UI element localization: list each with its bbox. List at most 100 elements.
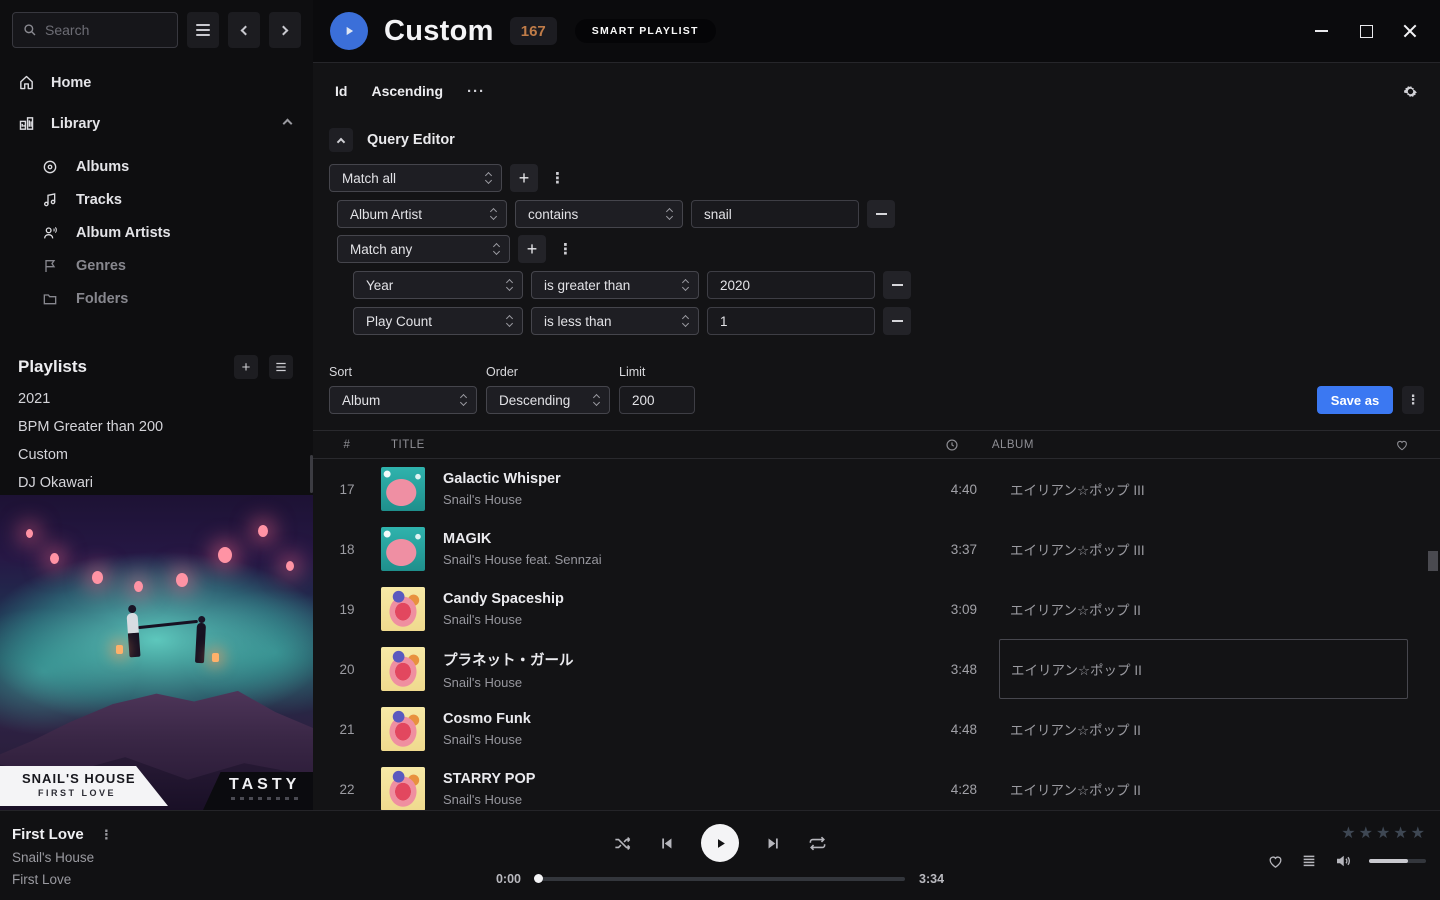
volume-button[interactable] xyxy=(1334,852,1352,870)
rule3-field-select[interactable]: Play Count xyxy=(353,307,523,335)
star-icon[interactable]: ★ xyxy=(1341,823,1356,843)
next-button[interactable] xyxy=(765,835,782,852)
track-artist[interactable]: Snail's House xyxy=(443,675,881,690)
sidebar-item-folders[interactable]: Folders xyxy=(0,282,313,315)
track-title[interactable]: プラネット・ガール xyxy=(443,649,881,670)
track-album-focused-cell[interactable]: エイリアン☆ポップ II xyxy=(999,639,1408,699)
match-select-group2[interactable]: Match any xyxy=(337,235,510,263)
star-icon[interactable]: ★ xyxy=(1393,823,1408,843)
rule1-value-input[interactable]: snail xyxy=(691,200,859,228)
track-title[interactable]: STARRY POP xyxy=(443,771,881,787)
playlist-item-2021[interactable]: 2021 xyxy=(0,385,313,413)
chevron-right-icon xyxy=(279,25,289,35)
rule2-operator-select[interactable]: is greater than xyxy=(531,271,699,299)
rule1-operator-select[interactable]: contains xyxy=(515,200,683,228)
playlist-item-custom[interactable]: Custom xyxy=(0,441,313,469)
group2-menu-button[interactable]: ⋮ xyxy=(554,240,577,258)
table-row[interactable]: 21 Cosmo Funk Snail's House 4:48 エイリアン☆ポ… xyxy=(329,699,1424,759)
shuffle-button[interactable] xyxy=(613,834,632,853)
seek-slider[interactable] xyxy=(535,877,905,881)
rule1-remove-button[interactable] xyxy=(867,200,895,228)
sort-field-button[interactable]: Id xyxy=(335,83,347,99)
sidebar-item-genres[interactable]: Genres xyxy=(0,249,313,282)
previous-button[interactable] xyxy=(658,835,675,852)
settings-gear-button[interactable] xyxy=(1402,83,1419,100)
add-rule-button-group1[interactable]: + xyxy=(510,164,538,192)
track-artist[interactable]: Snail's House feat. Sennzai xyxy=(443,552,881,567)
search-input[interactable] xyxy=(45,22,155,38)
track-album[interactable]: エイリアン☆ポップ III xyxy=(1010,479,1424,499)
star-icon[interactable]: ★ xyxy=(1376,823,1391,843)
column-number[interactable]: # xyxy=(329,439,365,451)
chevron-up-icon[interactable] xyxy=(283,119,293,129)
table-row[interactable]: 17 Galactic Whisper Snail's House 4:40 エ… xyxy=(329,459,1424,519)
track-title[interactable]: Candy Spaceship xyxy=(443,591,881,607)
now-playing-artwork[interactable]: SNAIL'S HOUSE FIRST LOVE TASTY xyxy=(0,495,313,810)
track-album[interactable]: エイリアン☆ポップ II xyxy=(1010,719,1424,739)
sidebar-item-tracks[interactable]: Tracks xyxy=(0,183,313,216)
playlist-item-bpm[interactable]: BPM Greater than 200 xyxy=(0,413,313,441)
sidebar-scrollbar[interactable] xyxy=(310,455,313,493)
sidebar-item-albums[interactable]: Albums xyxy=(0,150,313,183)
playlist-item-dj-okawari[interactable]: DJ Okawari xyxy=(0,469,313,497)
queue-button[interactable] xyxy=(1301,853,1317,869)
table-row[interactable]: 19 Candy Spaceship Snail's House 3:09 エイ… xyxy=(329,579,1424,639)
window-minimize-button[interactable] xyxy=(1315,24,1329,38)
track-artist[interactable]: Snail's House xyxy=(443,492,881,507)
rating-stars[interactable]: ★★★★★ xyxy=(1341,823,1426,843)
rule1-field-select[interactable]: Album Artist xyxy=(337,200,507,228)
track-album[interactable]: エイリアン☆ポップ III xyxy=(1010,539,1424,559)
column-title[interactable]: TITLE xyxy=(391,439,425,451)
star-icon[interactable]: ★ xyxy=(1411,823,1426,843)
track-artist[interactable]: Snail's House xyxy=(443,612,881,627)
more-options-button[interactable]: ··· xyxy=(467,83,485,100)
track-album[interactable]: エイリアン☆ポップ II xyxy=(1010,779,1424,799)
window-maximize-button[interactable] xyxy=(1359,24,1373,38)
repeat-button[interactable] xyxy=(808,834,827,853)
menu-button[interactable] xyxy=(187,12,219,48)
track-title[interactable]: Galactic Whisper xyxy=(443,471,881,487)
order-select[interactable]: Descending xyxy=(486,386,610,414)
query-editor-collapse-button[interactable] xyxy=(329,128,353,152)
window-close-button[interactable] xyxy=(1403,24,1417,38)
track-artist[interactable]: Snail's House xyxy=(443,792,881,807)
seek-handle[interactable] xyxy=(534,874,543,883)
table-row[interactable]: 20 プラネット・ガール Snail's House 3:48 エイリアン☆ポッ… xyxy=(329,639,1424,699)
playlist-list-button[interactable] xyxy=(269,355,293,379)
match-select-group1[interactable]: Match all xyxy=(329,164,502,192)
sort-direction-button[interactable]: Ascending xyxy=(371,83,443,99)
sidebar-item-album-artists[interactable]: Album Artists xyxy=(0,216,313,249)
table-scrollbar[interactable] xyxy=(1428,551,1438,571)
rule2-value-input[interactable]: 2020 xyxy=(707,271,875,299)
forward-button[interactable] xyxy=(269,12,301,48)
play-pause-button[interactable] xyxy=(701,824,739,862)
table-row[interactable]: 18 MAGIK Snail's House feat. Sennzai 3:3… xyxy=(329,519,1424,579)
rule3-value-input[interactable]: 1 xyxy=(707,307,875,335)
search-box[interactable] xyxy=(12,12,178,48)
column-duration[interactable] xyxy=(863,438,959,452)
add-playlist-button[interactable]: + xyxy=(234,355,258,379)
sort-select[interactable]: Album xyxy=(329,386,477,414)
track-title[interactable]: MAGIK xyxy=(443,531,881,547)
track-title[interactable]: Cosmo Funk xyxy=(443,711,881,727)
track-artist[interactable]: Snail's House xyxy=(443,732,881,747)
star-icon[interactable]: ★ xyxy=(1359,823,1374,843)
play-playlist-button[interactable] xyxy=(330,12,368,50)
sidebar-item-library[interactable]: Library xyxy=(0,105,313,142)
rule2-remove-button[interactable] xyxy=(883,271,911,299)
sidebar-item-home[interactable]: Home xyxy=(0,64,313,101)
add-rule-button-group2[interactable]: + xyxy=(518,235,546,263)
rule3-remove-button[interactable] xyxy=(883,307,911,335)
limit-input[interactable]: 200 xyxy=(619,386,695,414)
volume-slider[interactable] xyxy=(1369,859,1426,863)
rule2-field-select[interactable]: Year xyxy=(353,271,523,299)
save-as-button[interactable]: Save as xyxy=(1317,386,1393,414)
rule3-operator-select[interactable]: is less than xyxy=(531,307,699,335)
track-album[interactable]: エイリアン☆ポップ II xyxy=(1010,599,1424,619)
query-menu-button[interactable]: ⋮ xyxy=(1402,386,1424,414)
favorite-button[interactable] xyxy=(1267,853,1284,870)
column-album[interactable]: ALBUM xyxy=(992,439,1380,451)
back-button[interactable] xyxy=(228,12,260,48)
column-favorite[interactable] xyxy=(1380,438,1424,452)
group1-menu-button[interactable]: ⋮ xyxy=(546,169,569,187)
